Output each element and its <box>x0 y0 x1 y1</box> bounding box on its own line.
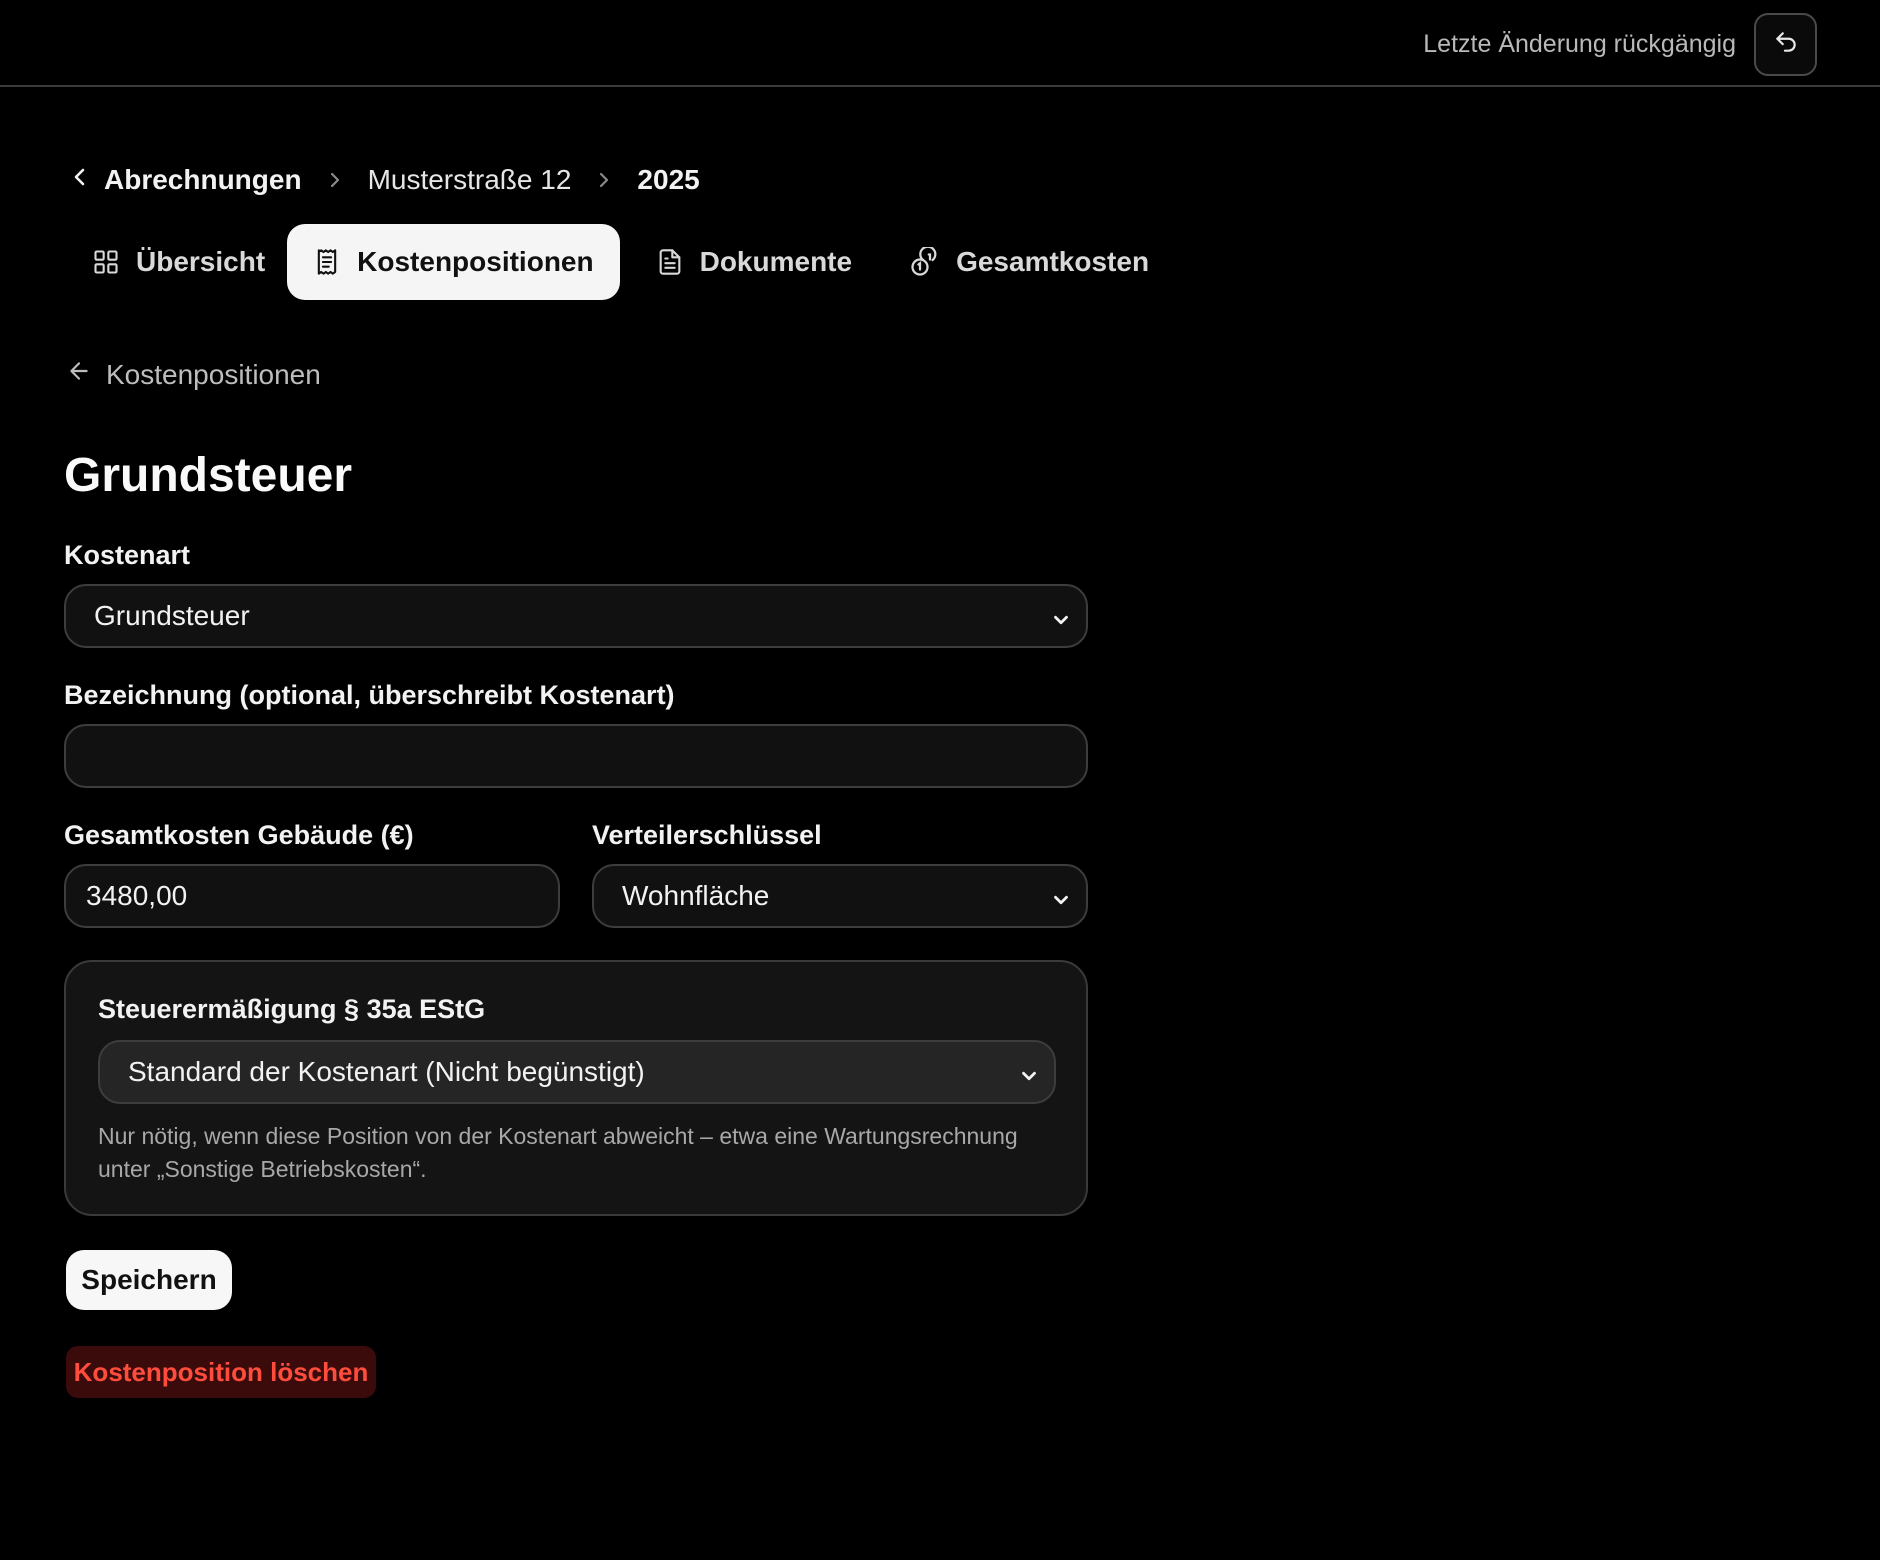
top-bar: Letzte Änderung rückgängig <box>0 0 1880 87</box>
chevron-right-icon <box>328 169 342 191</box>
kostenart-value: Grundsteuer <box>94 600 250 631</box>
breadcrumb-property[interactable]: Musterstraße 12 <box>368 164 572 196</box>
tax-reduction-select[interactable]: Standard der Kostenart (Nicht begünstigt… <box>98 1040 1056 1104</box>
tab-dokumente[interactable]: Dokumente <box>634 224 874 300</box>
gesamtkosten-input[interactable]: 3480,00 <box>64 864 560 928</box>
tab-label: Gesamtkosten <box>956 246 1150 277</box>
breadcrumb-abrechnungen: Abrechnungen <box>104 164 302 195</box>
tax-reduction-value: Standard der Kostenart (Nicht begünstigt… <box>128 1056 645 1087</box>
bezeichnung-input[interactable] <box>64 724 1088 788</box>
chevron-down-icon <box>1050 606 1072 638</box>
breadcrumb: Abrechnungen Musterstraße 12 2025 <box>70 160 700 200</box>
page-title: Grundsteuer <box>64 449 353 502</box>
verteilerschluessel-value: Wohnfläche <box>622 880 770 911</box>
tax-reduction-help-text: Nur nötig, wenn diese Position von der K… <box>98 1123 1018 1182</box>
undo-arrow-icon <box>1773 29 1799 60</box>
breadcrumb-year: 2025 <box>637 164 700 195</box>
undo-button[interactable] <box>1754 13 1817 76</box>
tab-label: Übersicht <box>136 246 266 277</box>
receipt-icon <box>313 248 341 276</box>
tab-kostenpositionen[interactable]: Kostenpositionen <box>287 224 620 300</box>
verteilerschluessel-label: Verteilerschlüssel <box>592 820 822 850</box>
tab-bar: Übersicht Kostenpositionen Dokumente Ges… <box>70 224 1171 300</box>
document-icon <box>656 248 684 276</box>
coins-icon <box>910 247 940 277</box>
breadcrumb-back-link[interactable]: Abrechnungen <box>70 164 302 196</box>
undo-label: Letzte Änderung rückgängig <box>1423 30 1736 58</box>
gesamtkosten-label: Gesamtkosten Gebäude (€) <box>64 820 414 850</box>
tax-reduction-label: Steuerermäßigung § 35a EStG <box>98 994 486 1024</box>
chevron-left-icon <box>70 164 90 196</box>
save-button[interactable]: Speichern <box>66 1250 232 1310</box>
chevron-down-icon <box>1018 1062 1040 1094</box>
delete-cost-item-button[interactable]: Kostenposition löschen <box>66 1346 376 1398</box>
back-to-kostenpositionen-link[interactable]: Kostenpositionen <box>66 358 321 391</box>
kostenart-label: Kostenart <box>64 540 191 570</box>
back-link-label: Kostenpositionen <box>106 358 321 390</box>
chevron-down-icon <box>1050 886 1072 918</box>
bezeichnung-label: Bezeichnung (optional, überschreibt Kost… <box>64 680 675 710</box>
chevron-right-icon <box>597 169 611 191</box>
tab-label: Kostenpositionen <box>357 246 594 277</box>
tab-label: Dokumente <box>699 246 853 277</box>
verteilerschluessel-select[interactable]: Wohnfläche <box>592 864 1088 928</box>
gesamtkosten-value: 3480,00 <box>86 880 188 911</box>
tab-uebersicht[interactable]: Übersicht <box>70 224 287 300</box>
tab-gesamtkosten[interactable]: Gesamtkosten <box>888 224 1171 300</box>
kostenart-select[interactable]: Grundsteuer <box>64 584 1088 648</box>
grid-icon <box>92 248 120 276</box>
tax-reduction-panel: Steuerermäßigung § 35a EStG Standard der… <box>64 960 1088 1216</box>
arrow-left-icon <box>66 358 92 391</box>
